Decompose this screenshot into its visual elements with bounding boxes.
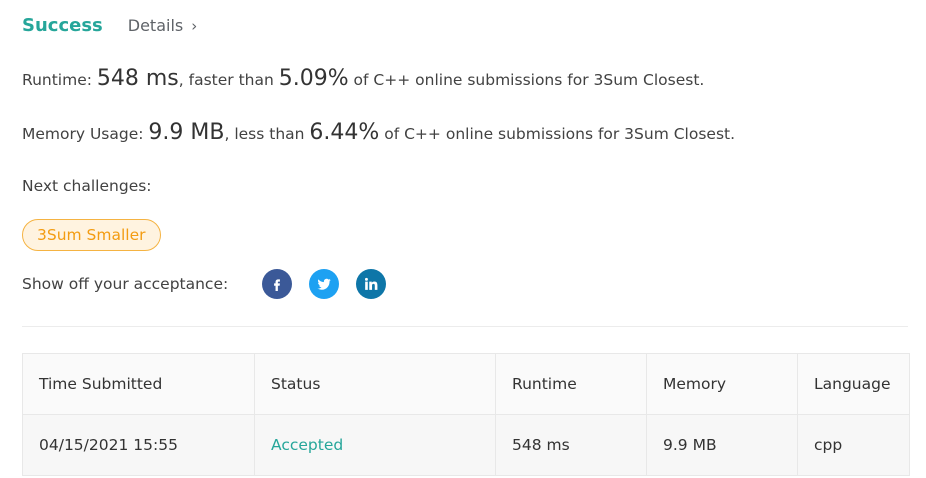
details-link[interactable]: Details ›	[128, 16, 197, 35]
runtime-label: Runtime:	[22, 71, 97, 89]
twitter-icon[interactable]	[309, 269, 340, 299]
details-label: Details	[127, 16, 184, 35]
result-header: Success Details ›	[22, 15, 197, 36]
cell-status-accepted-link[interactable]: Accepted	[255, 415, 496, 475]
memory-mid-text: , less than	[224, 125, 310, 143]
share-icons	[262, 269, 403, 299]
runtime-suffix: of C++ online submissions for 3Sum Close…	[348, 71, 705, 89]
memory-suffix: of C++ online submissions for 3Sum Close…	[379, 125, 736, 143]
runtime-percent: 5.09%	[278, 66, 349, 91]
memory-value: 9.9 MB	[148, 120, 225, 145]
column-header-time: Time Submitted	[23, 354, 255, 414]
memory-summary: Memory Usage: 9.9 MB, less than 6.44% of…	[22, 120, 735, 145]
runtime-value: 548 ms	[96, 66, 179, 91]
runtime-summary: Runtime: 548 ms, faster than 5.09% of C+…	[22, 66, 704, 91]
column-header-memory: Memory	[647, 354, 798, 414]
share-section: Show off your acceptance:	[22, 269, 403, 299]
cell-language: cpp	[814, 436, 843, 454]
table-row: 04/15/2021 15:55 Accepted 548 ms 9.9 MB …	[23, 414, 909, 475]
cell-time-submitted: 04/15/2021 15:55	[23, 415, 255, 475]
column-header-language: Language	[814, 375, 891, 393]
share-label: Show off your acceptance:	[22, 275, 229, 293]
submission-result-page: Success Details › Runtime: 548 ms, faster…	[0, 0, 926, 478]
cell-runtime: 548 ms	[496, 415, 647, 475]
cell-memory: 9.9 MB	[647, 415, 798, 475]
section-divider	[22, 326, 908, 327]
submissions-table: Time Submitted Status Runtime Memory Lan…	[22, 353, 910, 476]
column-header-runtime: Runtime	[496, 354, 647, 414]
memory-percent: 6.44%	[309, 120, 380, 145]
status-success: Success	[22, 15, 103, 36]
table-header-row: Time Submitted Status Runtime Memory Lan…	[23, 354, 909, 414]
challenge-chip-3sum-smaller[interactable]: 3Sum Smaller	[22, 219, 161, 251]
runtime-mid-text: , faster than	[178, 71, 279, 89]
linkedin-icon[interactable]	[356, 269, 387, 299]
memory-label: Memory Usage:	[22, 125, 149, 143]
column-header-status: Status	[255, 354, 496, 414]
next-challenges-label: Next challenges:	[22, 177, 152, 195]
facebook-icon[interactable]	[262, 269, 293, 299]
chevron-right-icon: ›	[191, 17, 198, 35]
